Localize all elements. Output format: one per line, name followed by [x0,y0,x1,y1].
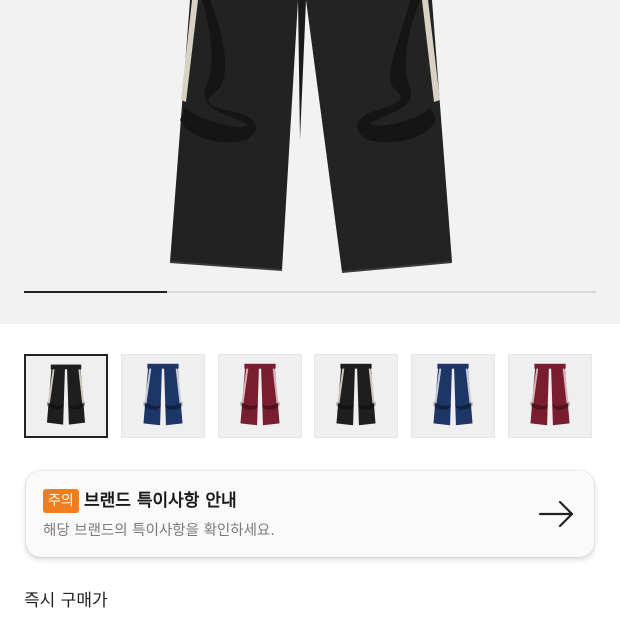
thumbnail-pants-image [336,363,376,426]
image-progress-fill [24,291,167,293]
thumbnail-pants-image [530,363,570,426]
product-image-carousel[interactable] [0,0,620,324]
thumbnail-pants-image [240,363,280,426]
thumbnail-4[interactable] [314,354,398,438]
image-progress-bar [24,291,596,293]
thumbnail-pants-image [46,364,86,425]
arrow-right-icon[interactable] [538,499,576,529]
instant-purchase-price-label: 즉시 구매가 [24,591,108,611]
brand-notice-card[interactable]: 주의 브랜드 특이사항 안내 해당 브랜드의 특이사항을 확인하세요. [26,471,594,557]
thumbnail-1[interactable] [24,354,108,438]
thumbnail-pants-image [143,363,183,426]
thumbnail-pants-image [433,363,473,426]
notice-title: 브랜드 특이사항 안내 [84,491,237,511]
thumbnail-3[interactable] [218,354,302,438]
product-photo-pants [169,0,453,273]
notice-description: 해당 브랜드의 특이사항을 확인하세요. [43,523,275,539]
thumbnail-6[interactable] [508,354,592,438]
thumbnail-strip [24,354,596,440]
notice-badge: 주의 [43,489,79,513]
thumbnail-5[interactable] [411,354,495,438]
thumbnail-2[interactable] [121,354,205,438]
